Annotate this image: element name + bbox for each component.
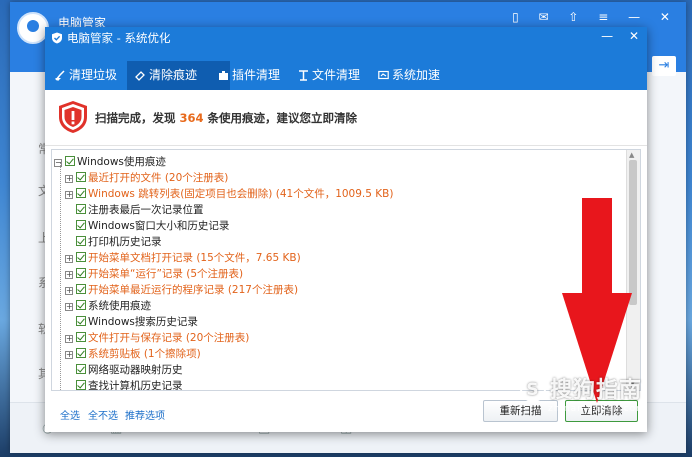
file-icon (299, 70, 308, 81)
watermark: S 搜狗指南 (520, 372, 642, 404)
checkbox[interactable] (76, 220, 86, 230)
trace-count: 364 (179, 111, 204, 125)
shield-icon (52, 32, 62, 44)
tree-row-label: 打印机历史记录 (88, 236, 162, 248)
checkbox[interactable] (76, 252, 86, 262)
tab-label: 清理垃圾 (69, 68, 118, 82)
tree-row-label: 系统使用痕迹 (88, 300, 151, 312)
tree-row-label: 查找计算机历史记录 (88, 380, 183, 391)
tab-system-speedup[interactable]: 系统加速 (370, 61, 472, 90)
expander-icon[interactable]: + (65, 303, 73, 311)
eraser-icon (135, 71, 145, 81)
dialog-header: 电脑管家 - 系统优化 — ✕ 清理垃圾 清除痕迹 插件清理 文件清理 系统加速 (45, 27, 647, 90)
tree-row[interactable]: + 开始菜单“运行”记录 (5个注册表) (65, 266, 243, 282)
tree-row-label: Windows搜索历史记录 (88, 316, 198, 328)
checkbox[interactable] (76, 300, 86, 310)
tree-connector (60, 162, 61, 390)
watermark-text: 搜狗指南 (550, 378, 643, 403)
tab-label: 系统加速 (392, 68, 441, 82)
checkbox[interactable] (76, 380, 86, 390)
warning-shield-icon (59, 101, 87, 133)
exit-icon[interactable]: ⇥ (652, 56, 676, 76)
tree-row[interactable]: +查找计算机历史记录 (65, 378, 183, 391)
tab-label: 插件清理 (232, 68, 281, 82)
tree-row[interactable]: +打印机历史记录 (65, 234, 162, 250)
trace-tree: − Windows使用痕迹 + 最近打开的文件 (20个注册表) + Windows 跳转… (51, 149, 641, 391)
checkbox[interactable] (76, 348, 86, 358)
scan-result-text: 扫描完成，发现 364 条使用痕迹，建议您立即清除 (95, 110, 357, 126)
dialog-title: 电脑管家 - 系统优化 (51, 30, 170, 46)
watermark-logo-icon: S (520, 376, 546, 402)
expander-icon[interactable]: + (65, 271, 73, 279)
tree-row[interactable]: + 文件打开与保存记录 (20个注册表) (65, 330, 249, 346)
dialog-controls: — ✕ (589, 29, 639, 43)
expander-icon[interactable]: + (65, 255, 73, 263)
tree-row[interactable]: +网络驱动器映射历史 (65, 362, 183, 378)
expander-icon[interactable]: + (65, 287, 73, 295)
tree-row[interactable]: + Windows 跳转列表(固定项目也会删除) (41个文件，1009.5 KB… (65, 186, 393, 202)
tree-row-label: 系统剪贴板 (1个擦除项) (88, 348, 201, 360)
recommended-options-link[interactable]: 推荐选项 (125, 407, 165, 422)
checkbox[interactable] (65, 156, 75, 166)
broom-icon (55, 70, 65, 81)
scan-summary: 扫描完成，发现 364 条使用痕迹，建议您立即清除 (45, 90, 647, 146)
checkbox[interactable] (76, 316, 86, 326)
checkbox[interactable] (76, 268, 86, 278)
puzzle-icon (219, 71, 228, 80)
tree-row-label: Windows 跳转列表(固定项目也会删除) (41个文件，1009.5 KB) (88, 188, 394, 200)
background-side-labels: 常 文 上 系 软 其 (10, 72, 50, 452)
checkbox[interactable] (76, 284, 86, 294)
tree-row[interactable]: +Windows窗口大小和历史记录 (65, 218, 229, 234)
select-all-link[interactable]: 全选 (60, 407, 80, 422)
tree-row-label: 注册表最后一次记录位置 (88, 204, 204, 216)
tree-row-label: 最近打开的文件 (20个注册表) (88, 172, 229, 184)
tree-row[interactable]: + 最近打开的文件 (20个注册表) (65, 170, 228, 186)
dialog-title-text: 电脑管家 - 系统优化 (67, 31, 171, 45)
checkbox[interactable] (76, 172, 86, 182)
tree-row-label: Windows使用痕迹 (77, 156, 166, 168)
expander-icon[interactable]: + (65, 351, 73, 359)
tree-row[interactable]: +注册表最后一次记录位置 (65, 202, 204, 218)
tree-row-label: 网络驱动器映射历史 (88, 364, 183, 376)
tree-row[interactable]: − Windows使用痕迹 (54, 154, 166, 170)
scan-suffix: 条使用痕迹，建议您立即清除 (203, 111, 358, 125)
scroll-up-icon[interactable]: ▲ (629, 151, 634, 159)
tree-row[interactable]: + 开始菜单最近运行的程序记录 (217个注册表) (65, 282, 298, 298)
background-app-controls[interactable]: ▯ ✉ ⇧ ≡ — ✕ (512, 10, 678, 24)
tree-row-label: 开始菜单“运行”记录 (5个注册表) (88, 268, 244, 280)
tree-row-label: Windows窗口大小和历史记录 (88, 220, 230, 232)
checkbox[interactable] (76, 236, 86, 246)
tree-row-label: 开始菜单最近运行的程序记录 (217个注册表) (88, 284, 299, 296)
close-button[interactable]: ✕ (629, 29, 639, 43)
watermark-sub: zhinan.sogou.com (548, 404, 646, 414)
speed-icon (378, 70, 389, 80)
expander-icon[interactable]: + (65, 191, 73, 199)
minimize-button[interactable]: — (601, 29, 613, 43)
tree-row[interactable]: +Windows搜索历史记录 (65, 314, 198, 330)
checkbox[interactable] (76, 364, 86, 374)
checkbox[interactable] (76, 204, 86, 214)
tab-label: 文件清理 (312, 68, 361, 82)
expander-icon[interactable]: + (65, 175, 73, 183)
select-none-link[interactable]: 全不选 (88, 407, 118, 422)
checkbox[interactable] (76, 332, 86, 342)
tree-row-label: 开始菜单文档打开记录 (15个文件，7.65 KB) (88, 252, 301, 264)
checkbox[interactable] (76, 188, 86, 198)
tree-row[interactable]: + 系统剪贴板 (1个擦除项) (65, 346, 201, 362)
tree-row[interactable]: + 开始菜单文档打开记录 (15个文件，7.65 KB) (65, 250, 301, 266)
expander-icon[interactable]: − (54, 159, 62, 167)
tab-label: 清除痕迹 (149, 68, 198, 82)
expander-icon[interactable]: + (65, 335, 73, 343)
tree-row[interactable]: + 系统使用痕迹 (65, 298, 151, 314)
tree-row-label: 文件打开与保存记录 (20个注册表) (88, 332, 250, 344)
scan-prefix: 扫描完成，发现 (95, 111, 180, 125)
